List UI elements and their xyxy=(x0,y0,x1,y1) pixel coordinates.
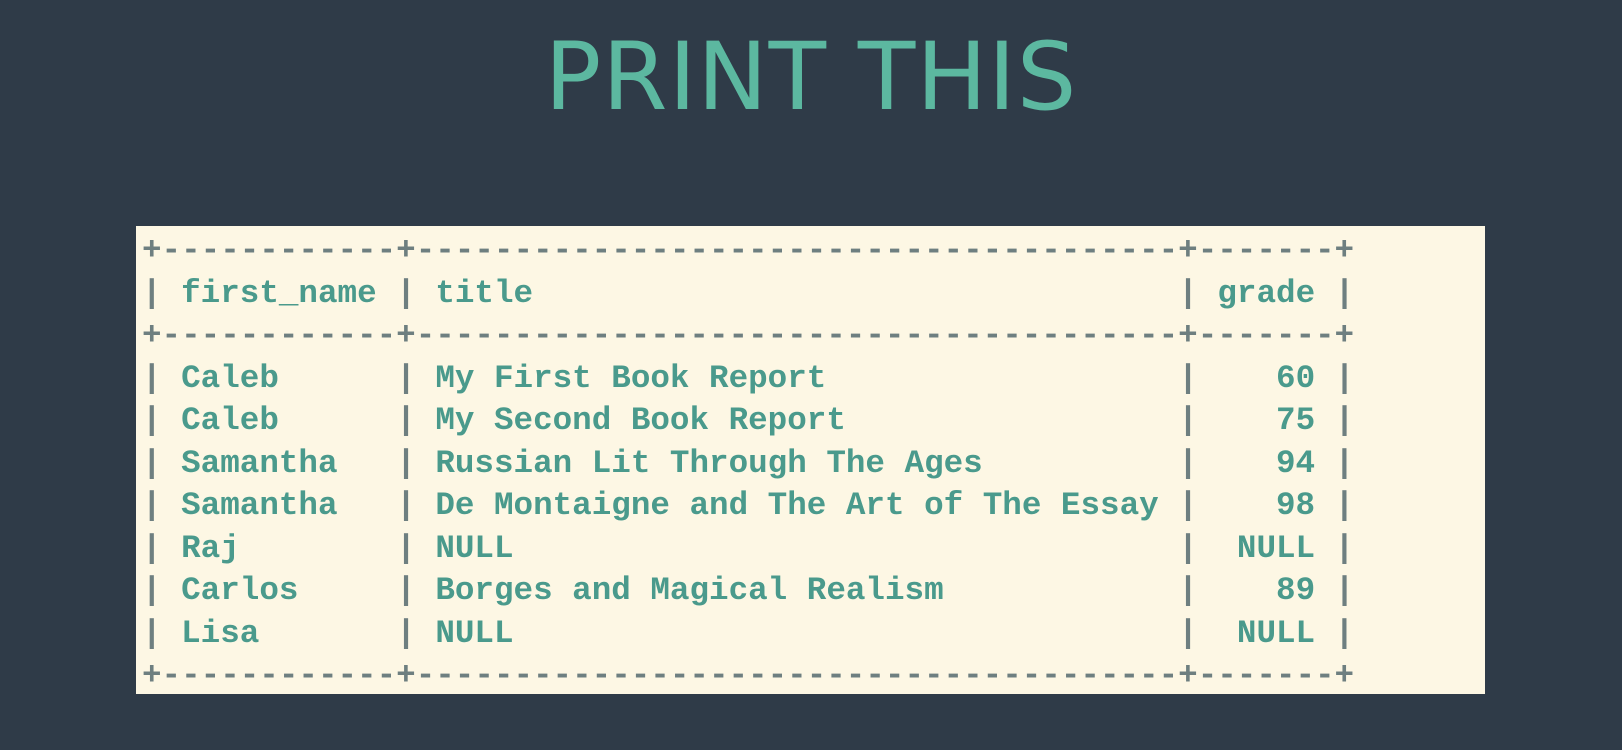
table-row: | Samantha | Russian Lit Through The Age… xyxy=(142,445,1354,482)
table-border: | xyxy=(1334,572,1355,609)
cell-title: NULL xyxy=(435,529,514,567)
table-border: | xyxy=(1334,487,1355,524)
cell-title: De Montaigne and The Art of The Essay xyxy=(435,487,1159,524)
table-border: | xyxy=(142,572,162,609)
cell-grade: NULL xyxy=(1236,614,1316,652)
table-border: | xyxy=(1334,614,1355,652)
table-separator: +------------+--------------------------… xyxy=(142,317,1354,354)
cell-grade: 98 xyxy=(1276,487,1316,524)
cell-title: Borges and Magical Realism xyxy=(435,572,944,609)
query-result-table: +------------+--------------------------… xyxy=(142,230,1354,698)
table-separator: +------------+--------------------------… xyxy=(142,657,1354,694)
table-border: | xyxy=(396,572,416,609)
table-border: | xyxy=(142,529,162,567)
column-header-title: title xyxy=(435,274,534,312)
table-border: | xyxy=(1178,614,1198,652)
table-border: +------------+--------------------------… xyxy=(142,657,1355,694)
slide-title: PRINT THIS xyxy=(544,23,1078,132)
table-border: | xyxy=(396,359,416,397)
table-border: | xyxy=(142,359,162,397)
cell-first-name: Samantha xyxy=(181,487,338,524)
table-separator: +------------+--------------------------… xyxy=(142,232,1354,269)
table-header-row: | first_name | title | grade | xyxy=(142,275,1354,312)
table-border: | xyxy=(142,614,162,652)
table-border: | xyxy=(1178,359,1198,397)
table-border: | xyxy=(142,402,162,439)
table-border: | xyxy=(1178,487,1198,524)
table-row: | Lisa | NULL | NULL | xyxy=(142,615,1354,652)
cell-first-name: Lisa xyxy=(181,614,260,652)
cell-title: My First Book Report xyxy=(435,359,827,397)
table-border: | xyxy=(396,274,416,312)
table-border: | xyxy=(396,402,416,439)
table-border: | xyxy=(396,614,416,652)
table-border: | xyxy=(1334,274,1355,312)
table-border: | xyxy=(142,487,162,524)
cell-grade: NULL xyxy=(1236,529,1316,567)
table-border: +------------+--------------------------… xyxy=(142,317,1355,354)
table-border: | xyxy=(1334,402,1355,439)
table-border: | xyxy=(1334,359,1355,397)
table-border: | xyxy=(1334,529,1355,567)
table-border: | xyxy=(396,529,416,567)
cell-grade: 60 xyxy=(1276,359,1316,397)
cell-first-name: Raj xyxy=(181,529,240,567)
cell-title: NULL xyxy=(435,614,514,652)
cell-title: Russian Lit Through The Ages xyxy=(435,444,983,482)
cell-first-name: Carlos xyxy=(181,572,299,609)
cell-title: My Second Book Report xyxy=(435,402,846,439)
table-row: | Samantha | De Montaigne and The Art of… xyxy=(142,487,1354,524)
query-result-panel: +------------+--------------------------… xyxy=(136,226,1485,694)
table-border: +------------+--------------------------… xyxy=(142,232,1355,269)
table-row: | Raj | NULL | NULL | xyxy=(142,530,1354,567)
table-border: | xyxy=(1178,274,1198,312)
table-border: | xyxy=(142,444,162,482)
cell-grade: 94 xyxy=(1276,444,1316,482)
table-row: | Caleb | My First Book Report | 60 | xyxy=(142,360,1354,397)
cell-grade: 75 xyxy=(1276,402,1316,439)
table-border: | xyxy=(142,274,162,312)
column-header-first-name: first_name xyxy=(181,274,377,312)
column-header-grade: grade xyxy=(1217,274,1316,312)
cell-first-name: Caleb xyxy=(181,359,279,397)
table-border: | xyxy=(1334,444,1355,482)
table-border: | xyxy=(1178,529,1198,567)
table-row: | Caleb | My Second Book Report | 75 | xyxy=(142,402,1354,439)
table-border: | xyxy=(1178,402,1198,439)
table-border: | xyxy=(396,444,416,482)
cell-grade: 89 xyxy=(1276,572,1316,609)
cell-first-name: Samantha xyxy=(181,444,338,482)
cell-first-name: Caleb xyxy=(181,402,279,439)
table-border: | xyxy=(396,487,416,524)
table-border: | xyxy=(1178,572,1198,609)
table-row: | Carlos | Borges and Magical Realism | … xyxy=(142,572,1354,609)
table-border: | xyxy=(1178,444,1198,482)
